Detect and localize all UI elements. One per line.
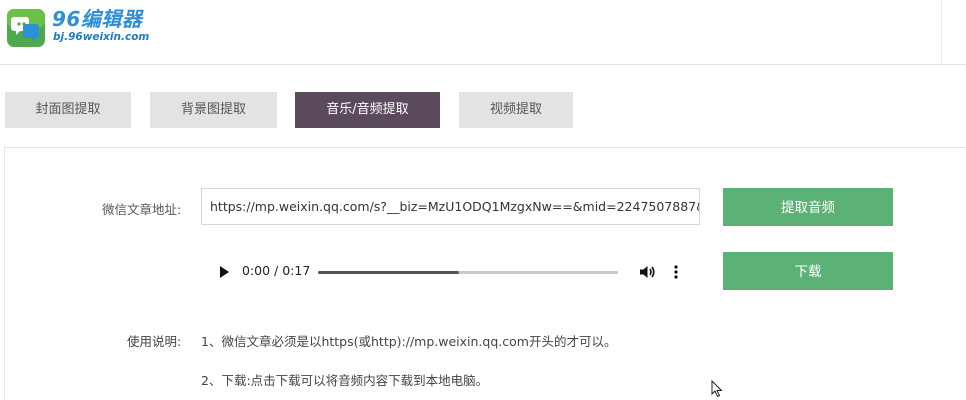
url-input[interactable]: https://mp.weixin.qq.com/s?__biz=MzU1ODQ…	[201, 188, 700, 225]
header: 96编辑器 bj.96weixin.com	[0, 0, 966, 65]
instruction-line-2: 2、下载:点击下载可以将音频内容下载到本地电脑。	[201, 373, 489, 388]
page: 96编辑器 bj.96weixin.com 封面图提取 背景图提取 音乐/音频提…	[0, 0, 966, 400]
mouse-cursor-icon	[711, 380, 723, 398]
progress-fill	[318, 271, 459, 274]
tab-background-extract[interactable]: 背景图提取	[150, 92, 277, 128]
audio-player: 0:00 / 0:17	[208, 254, 688, 290]
progress-bar[interactable]	[318, 271, 618, 274]
logo-title: 96编辑器	[52, 7, 143, 31]
tab-bar: 封面图提取 背景图提取 音乐/音频提取 视频提取	[0, 92, 966, 128]
url-label: 微信文章地址:	[102, 202, 182, 217]
play-icon[interactable]	[220, 266, 229, 278]
download-button[interactable]: 下载	[723, 252, 893, 290]
tab-cover-extract[interactable]: 封面图提取	[5, 92, 131, 128]
volume-icon[interactable]	[638, 263, 656, 281]
extract-audio-button[interactable]: 提取音频	[723, 188, 893, 226]
tab-video-extract[interactable]: 视频提取	[459, 92, 573, 128]
header-divider	[941, 0, 942, 64]
instructions-label: 使用说明:	[127, 334, 182, 349]
tab-audio-extract[interactable]: 音乐/音频提取	[295, 92, 440, 128]
more-vertical-icon[interactable]	[672, 263, 680, 281]
speech-bubbles-logo-icon[interactable]	[6, 8, 46, 48]
time-display: 0:00 / 0:17	[242, 263, 311, 278]
logo-subtitle: bj.96weixin.com	[53, 31, 150, 43]
instruction-line-1: 1、微信文章必须是以https(或http)://mp.weixin.qq.co…	[201, 334, 617, 349]
